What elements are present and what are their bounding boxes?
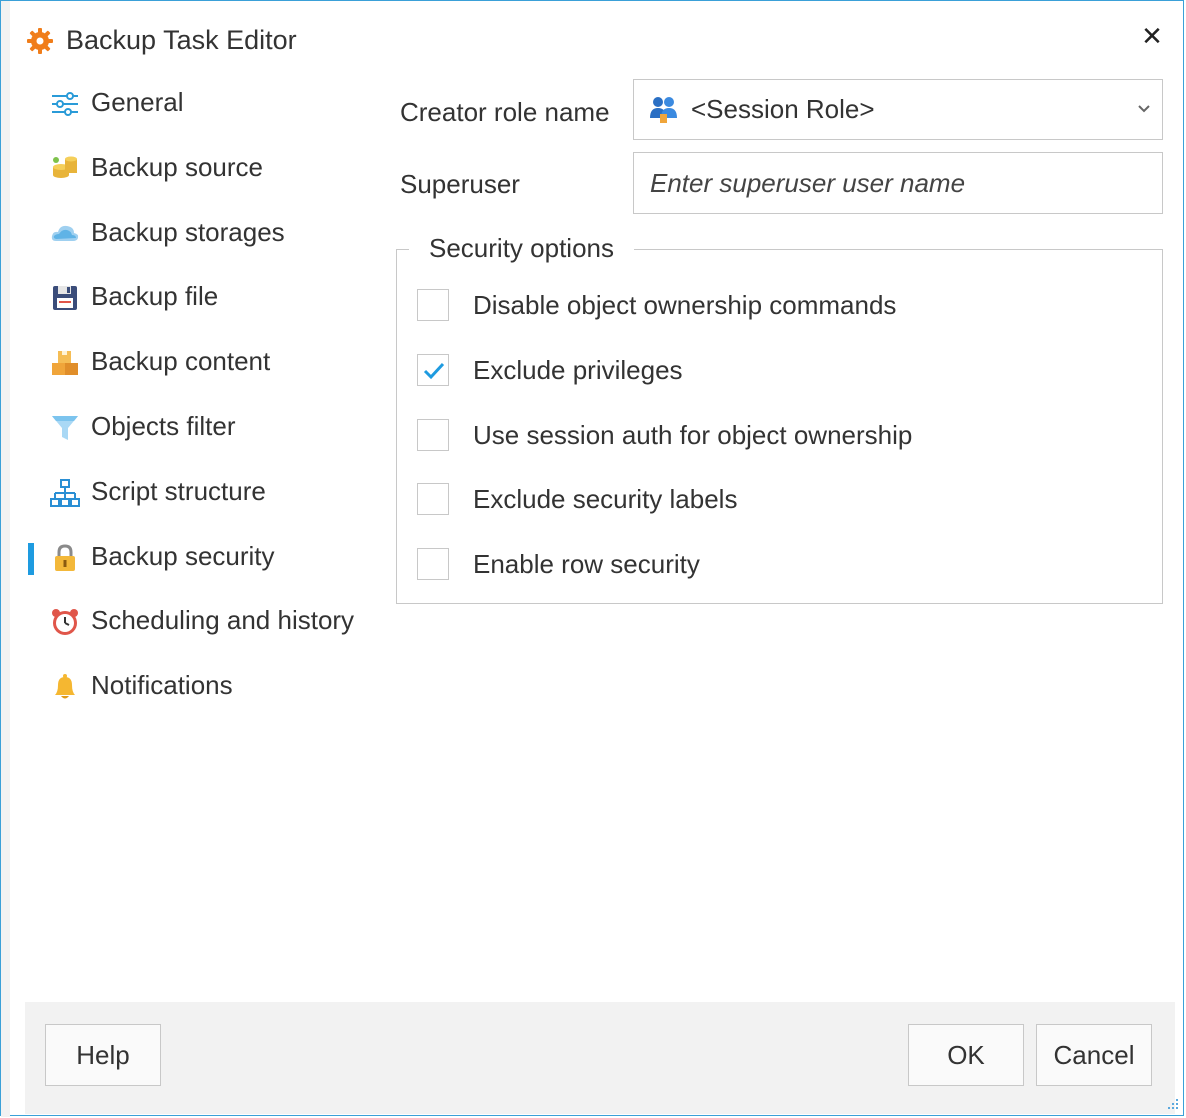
hierarchy-icon: [50, 478, 80, 507]
close-icon: ✕: [1141, 21, 1163, 51]
creator-role-label: Creator role name: [400, 97, 610, 127]
checkmark-icon: [423, 362, 445, 380]
window-title: Backup Task Editor: [66, 25, 297, 55]
sidebar-nav: General Backup source Backup storages Ba…: [10, 75, 380, 723]
title-bar[interactable]: Backup Task Editor ✕: [10, 1, 1183, 75]
floppy-disk-icon: [53, 286, 77, 311]
sidebar-item-label: Backup content: [91, 346, 271, 377]
chevron-down-icon[interactable]: [1134, 98, 1154, 118]
close-button[interactable]: ✕: [1137, 21, 1167, 51]
sidebar-item-backup-security[interactable]: Backup security: [10, 529, 380, 594]
resize-grip-icon[interactable]: [1165, 1097, 1179, 1111]
sidebar-item-label: Script structure: [91, 475, 266, 506]
sidebar-item-backup-storages[interactable]: Backup storages: [10, 205, 380, 270]
database-coins-icon: [53, 156, 77, 178]
option-label: Exclude security labels: [473, 484, 738, 514]
alarm-clock-icon: [52, 609, 78, 636]
help-button[interactable]: Help: [45, 1024, 161, 1086]
app-gear-icon: [27, 28, 53, 54]
sidebar-item-label: Scheduling and history: [91, 605, 355, 636]
option-label: Enable row security: [473, 549, 700, 579]
checkbox[interactable]: [417, 483, 449, 515]
sidebar-item-label: Objects filter: [91, 410, 236, 441]
sidebar-item-label: Backup security: [91, 540, 275, 571]
sidebar-item-backup-file[interactable]: Backup file: [10, 269, 380, 334]
padlock-icon: [55, 544, 75, 571]
creator-role-combobox[interactable]: <Session Role>: [633, 79, 1163, 140]
users-role-icon: [650, 97, 677, 123]
checkbox[interactable]: [417, 419, 449, 451]
selected-indicator: [28, 542, 34, 575]
creator-role-value: <Session Role>: [691, 94, 875, 124]
superuser-input[interactable]: [633, 152, 1163, 214]
funnel-icon: [52, 415, 78, 440]
boxes-icon: [52, 351, 78, 376]
option-label: Disable object ownership commands: [473, 290, 897, 320]
sidebar-item-notifications[interactable]: Notifications: [10, 658, 380, 723]
sidebar-item-label: Backup storages: [91, 216, 285, 247]
sidebar-item-backup-source[interactable]: Backup source: [10, 140, 380, 205]
window-left-edge: [1, 1, 10, 1117]
sidebar-item-script-structure[interactable]: Script structure: [10, 464, 380, 529]
superuser-label: Superuser: [400, 169, 520, 199]
bell-icon: [55, 674, 75, 699]
sidebar-item-backup-content[interactable]: Backup content: [10, 334, 380, 399]
checkbox[interactable]: [417, 289, 449, 321]
cancel-button[interactable]: Cancel: [1036, 1024, 1152, 1086]
cloud-icon: [51, 225, 79, 241]
sliders-icon: [52, 92, 78, 116]
sidebar-item-label: Notifications: [91, 670, 233, 701]
sidebar-item-objects-filter[interactable]: Objects filter: [10, 399, 380, 464]
security-options-title: Security options: [409, 233, 634, 264]
backup-task-editor-window: Backup Task Editor ✕ General Backup sour…: [0, 0, 1184, 1117]
sidebar-item-label: Backup source: [91, 151, 263, 182]
ok-button[interactable]: OK: [908, 1024, 1024, 1086]
option-label: Use session auth for object ownership: [473, 420, 913, 450]
checkbox-checked[interactable]: [417, 354, 449, 386]
sidebar-item-general[interactable]: General: [10, 75, 380, 140]
option-label: Exclude privileges: [473, 355, 683, 385]
sidebar-item-label: Backup file: [91, 281, 219, 312]
sidebar-item-scheduling-and-history[interactable]: Scheduling and history: [10, 593, 380, 658]
checkbox[interactable]: [417, 548, 449, 580]
sidebar-item-label: General: [91, 87, 184, 117]
